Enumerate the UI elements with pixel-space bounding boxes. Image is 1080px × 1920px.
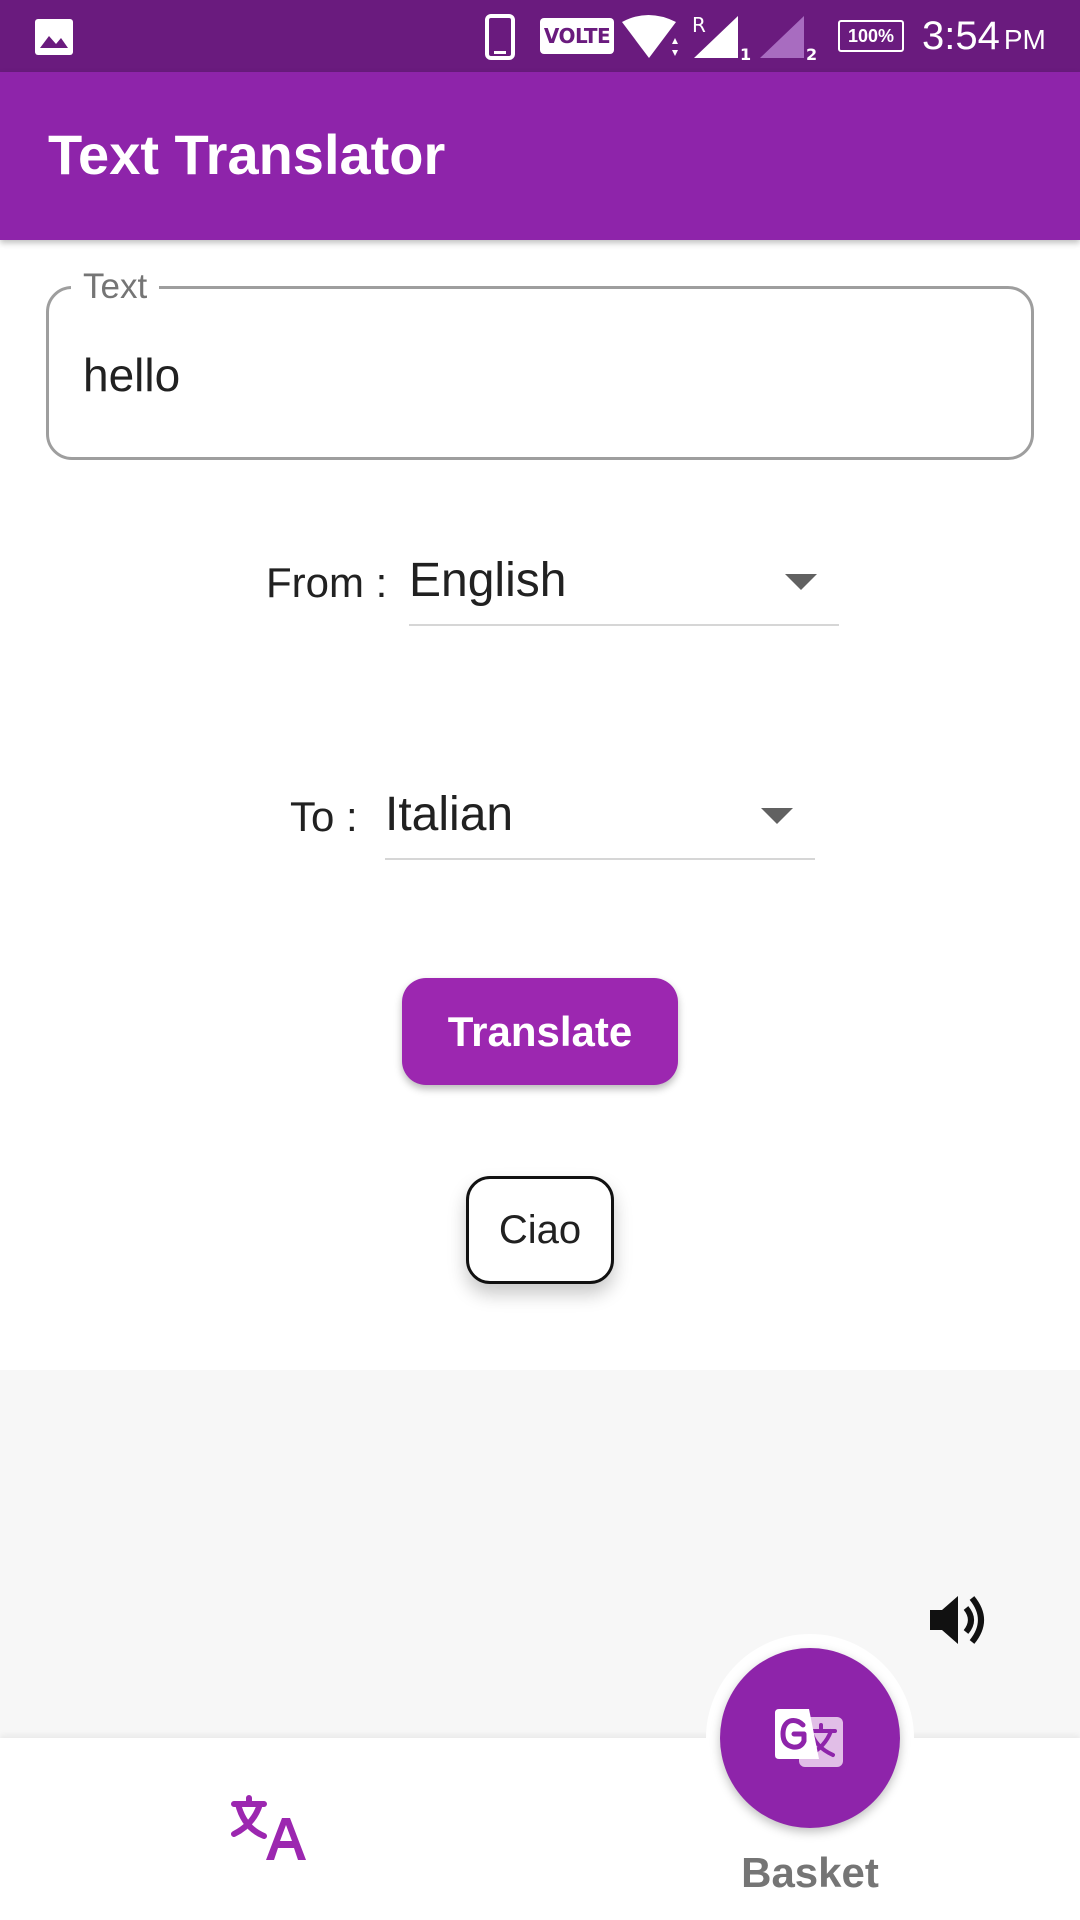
- from-language-value: English: [409, 554, 567, 607]
- sim2-number: 2: [806, 45, 817, 62]
- translate-button[interactable]: Translate: [402, 978, 678, 1085]
- translate-icon[interactable]: [230, 1794, 310, 1864]
- clock-ampm: PM: [1003, 24, 1046, 55]
- signal-sim1-icon: R 1: [692, 13, 751, 62]
- gallery-notification-icon: [35, 19, 73, 55]
- sim1-number: 1: [740, 45, 751, 62]
- dropdown-arrow-icon: [761, 808, 793, 824]
- status-bar: VOLTE R 1 2 100% 3:54 PM: [0, 0, 1080, 72]
- screen: VOLTE R 1 2 100% 3:54 PM Text Translator …: [0, 0, 1080, 1920]
- to-language-value: Italian: [385, 788, 514, 841]
- text-field-label: Text: [71, 265, 160, 309]
- text-input-field[interactable]: Text: [46, 265, 1034, 460]
- google-translate-icon: [775, 1709, 843, 1767]
- to-language-dropdown[interactable]: Italian: [385, 770, 815, 860]
- to-label: To :: [290, 793, 358, 840]
- signal-sim2-icon: 2: [760, 16, 817, 62]
- wifi-icon: [622, 15, 678, 58]
- basket-label[interactable]: Basket: [700, 1848, 920, 1898]
- clock-time: 3:54: [922, 14, 1000, 58]
- dropdown-arrow-icon: [785, 574, 817, 590]
- app-title: Text Translator: [48, 123, 446, 186]
- roaming-marker: R: [692, 13, 706, 37]
- translation-result: Ciao: [466, 1176, 614, 1284]
- battery-indicator: 100%: [838, 20, 904, 52]
- to-language-row: To : Italian: [0, 770, 1080, 860]
- volte-badge: VOLTE: [540, 18, 614, 54]
- phone-icon: [485, 14, 515, 60]
- from-label: From :: [266, 559, 388, 606]
- from-language-dropdown[interactable]: English: [409, 536, 839, 626]
- from-language-row: From : English: [0, 536, 1080, 626]
- output-area: [0, 1370, 1080, 1740]
- speaker-icon[interactable]: [928, 1590, 990, 1650]
- status-clock: 3:54 PM: [922, 10, 1046, 62]
- app-bar: Text Translator: [0, 72, 1080, 240]
- text-input[interactable]: [83, 345, 983, 405]
- google-translate-button[interactable]: [720, 1648, 900, 1828]
